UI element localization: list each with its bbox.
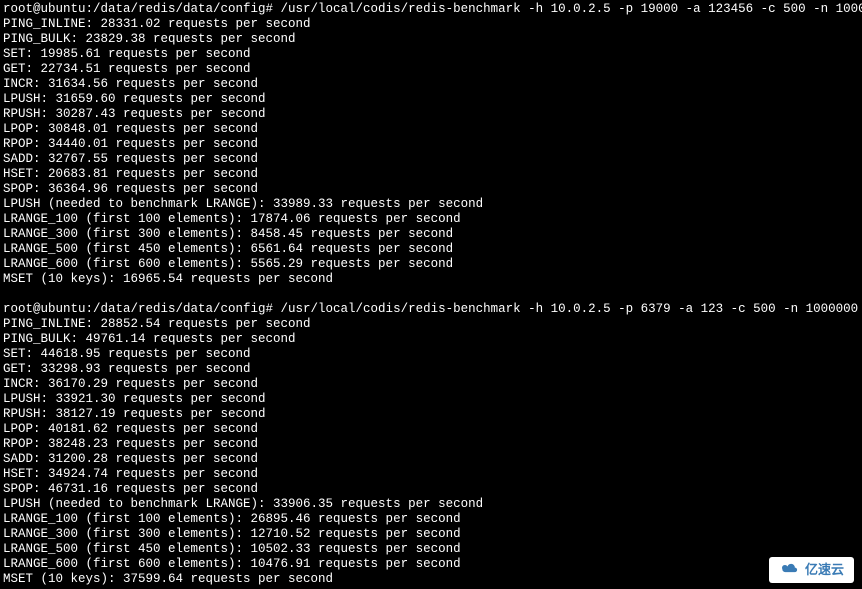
result-hset-2: HSET: 34924.74 requests per second [3, 467, 859, 482]
result-rpush-1: RPUSH: 30287.43 requests per second [3, 107, 859, 122]
result-sadd-2: SADD: 31200.28 requests per second [3, 452, 859, 467]
result-lrange-500-1: LRANGE_500 (first 450 elements): 6561.64… [3, 242, 859, 257]
terminal-output[interactable]: root@ubuntu:/data/redis/data/config# /us… [3, 2, 859, 587]
cloud-icon [779, 561, 799, 579]
result-lrange-100-1: LRANGE_100 (first 100 elements): 17874.0… [3, 212, 859, 227]
result-get-1: GET: 22734.51 requests per second [3, 62, 859, 77]
result-set-1: SET: 19985.61 requests per second [3, 47, 859, 62]
prompt-line-1: root@ubuntu:/data/redis/data/config# /us… [3, 2, 859, 17]
result-lrange-300-1: LRANGE_300 (first 300 elements): 8458.45… [3, 227, 859, 242]
result-lrange-300-2: LRANGE_300 (first 300 elements): 12710.5… [3, 527, 859, 542]
result-lrange-600-1: LRANGE_600 (first 600 elements): 5565.29… [3, 257, 859, 272]
blank-line [3, 287, 859, 302]
result-lpush-1: LPUSH: 31659.60 requests per second [3, 92, 859, 107]
result-lpush-2: LPUSH: 33921.30 requests per second [3, 392, 859, 407]
result-spop-2: SPOP: 46731.16 requests per second [3, 482, 859, 497]
result-lpop-1: LPOP: 30848.01 requests per second [3, 122, 859, 137]
result-incr-2: INCR: 36170.29 requests per second [3, 377, 859, 392]
result-lpush-lrange-1: LPUSH (needed to benchmark LRANGE): 3398… [3, 197, 859, 212]
watermark-badge: 亿速云 [769, 557, 854, 583]
result-ping-inline-1: PING_INLINE: 28331.02 requests per secon… [3, 17, 859, 32]
result-sadd-1: SADD: 32767.55 requests per second [3, 152, 859, 167]
result-lrange-600-2: LRANGE_600 (first 600 elements): 10476.9… [3, 557, 859, 572]
result-rpop-2: RPOP: 38248.23 requests per second [3, 437, 859, 452]
result-incr-1: INCR: 31634.56 requests per second [3, 77, 859, 92]
result-rpush-2: RPUSH: 38127.19 requests per second [3, 407, 859, 422]
result-lpush-lrange-2: LPUSH (needed to benchmark LRANGE): 3390… [3, 497, 859, 512]
result-set-2: SET: 44618.95 requests per second [3, 347, 859, 362]
result-ping-bulk-1: PING_BULK: 23829.38 requests per second [3, 32, 859, 47]
watermark-text: 亿速云 [805, 562, 844, 578]
result-rpop-1: RPOP: 34440.01 requests per second [3, 137, 859, 152]
result-hset-1: HSET: 20683.81 requests per second [3, 167, 859, 182]
prompt-line-2: root@ubuntu:/data/redis/data/config# /us… [3, 302, 859, 317]
result-spop-1: SPOP: 36364.96 requests per second [3, 182, 859, 197]
result-mset-1: MSET (10 keys): 16965.54 requests per se… [3, 272, 859, 287]
result-lrange-100-2: LRANGE_100 (first 100 elements): 26895.4… [3, 512, 859, 527]
result-get-2: GET: 33298.93 requests per second [3, 362, 859, 377]
result-mset-2: MSET (10 keys): 37599.64 requests per se… [3, 572, 859, 587]
result-ping-inline-2: PING_INLINE: 28852.54 requests per secon… [3, 317, 859, 332]
result-lpop-2: LPOP: 40181.62 requests per second [3, 422, 859, 437]
result-ping-bulk-2: PING_BULK: 49761.14 requests per second [3, 332, 859, 347]
result-lrange-500-2: LRANGE_500 (first 450 elements): 10502.3… [3, 542, 859, 557]
